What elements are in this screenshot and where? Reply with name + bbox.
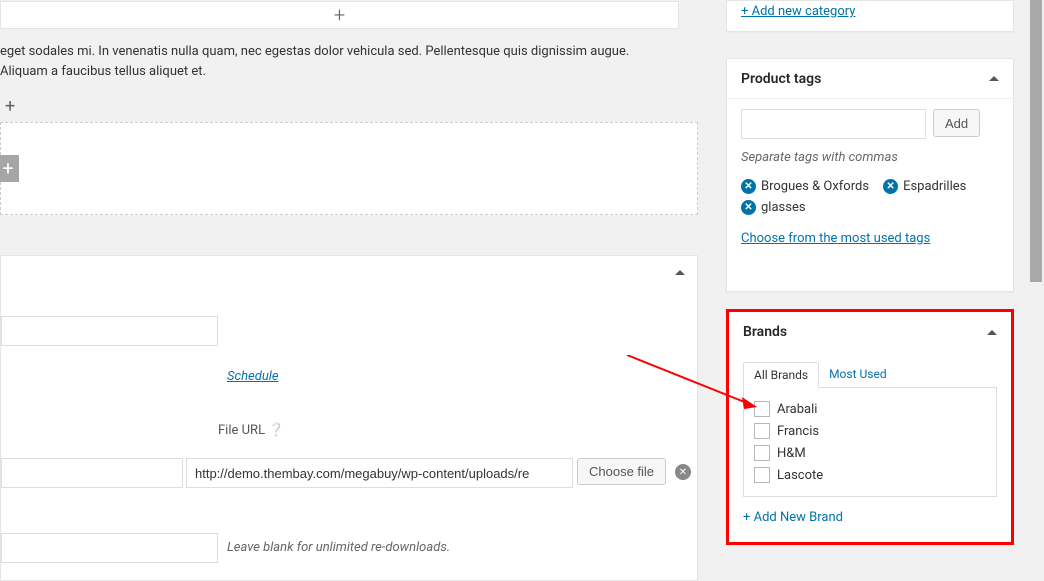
choose-file-button[interactable]: Choose file bbox=[577, 458, 666, 485]
tags-title: Product tags bbox=[741, 71, 821, 87]
tag-chip: ✕ Brogues & Oxfords bbox=[741, 179, 869, 194]
brand-checkbox[interactable] bbox=[754, 423, 770, 439]
brand-item: H&M bbox=[754, 442, 986, 464]
add-tag-button[interactable]: Add bbox=[933, 109, 980, 137]
tags-hint: Separate tags with commas bbox=[741, 150, 999, 165]
collapse-icon[interactable] bbox=[989, 76, 999, 81]
brands-box: Brands All Brands Most Used Arabali Fran… bbox=[726, 309, 1014, 545]
remove-tag-icon[interactable]: ✕ bbox=[741, 179, 756, 194]
tags-header: Product tags bbox=[727, 59, 1013, 99]
tab-most-used[interactable]: Most Used bbox=[819, 362, 897, 387]
brand-item: Francis bbox=[754, 420, 986, 442]
brand-checkbox[interactable] bbox=[754, 445, 770, 461]
brand-item-label: Lascote bbox=[777, 468, 823, 483]
content-text: eget sodales mi. In venenatis nulla quam… bbox=[0, 42, 679, 82]
brand-tabs: All Brands Most Used bbox=[743, 362, 997, 388]
add-brand-link[interactable]: + Add New Brand bbox=[743, 510, 843, 525]
remove-tag-icon[interactable]: ✕ bbox=[741, 200, 756, 215]
tag-chip: ✕ Espadrilles bbox=[883, 179, 966, 194]
category-panel: + Add new category bbox=[726, 0, 1014, 32]
brand-item: Lascote bbox=[754, 464, 986, 486]
collapse-icon[interactable] bbox=[987, 330, 997, 335]
tag-chip-label: Brogues & Oxfords bbox=[761, 179, 869, 194]
brand-item-label: Arabali bbox=[777, 402, 817, 417]
file-name-input[interactable] bbox=[1, 458, 183, 488]
tag-chip-label: glasses bbox=[761, 200, 806, 215]
plus-icon: + bbox=[334, 5, 345, 25]
brand-item-label: Francis bbox=[777, 424, 819, 439]
tab-all-brands[interactable]: All Brands bbox=[743, 362, 819, 388]
file-url-input[interactable] bbox=[186, 458, 573, 488]
file-url-label: File URL ❔ bbox=[218, 423, 285, 438]
tags-input[interactable] bbox=[741, 109, 926, 139]
product-tags-box: Product tags Add Separate tags with comm… bbox=[726, 58, 1014, 292]
drop-area[interactable] bbox=[0, 122, 698, 215]
brand-list: Arabali Francis H&M Lascote bbox=[743, 388, 997, 497]
brand-checkbox[interactable] bbox=[754, 401, 770, 417]
brand-checkbox[interactable] bbox=[754, 467, 770, 483]
plus-icon-small[interactable]: + bbox=[5, 96, 15, 117]
tag-chip: ✕ glasses bbox=[741, 200, 806, 215]
choose-most-used-link[interactable]: Choose from the most used tags bbox=[741, 231, 930, 246]
brands-header: Brands bbox=[729, 312, 1011, 352]
add-element-button[interactable]: + bbox=[0, 155, 19, 182]
file-url-label-text: File URL bbox=[218, 423, 265, 438]
form-panel: Schedule File URL ❔ Choose file ✕ Leave … bbox=[0, 255, 698, 581]
add-category-link[interactable]: + Add new category bbox=[741, 4, 855, 19]
remove-tag-icon[interactable]: ✕ bbox=[883, 179, 898, 194]
tag-chips: ✕ Brogues & Oxfords ✕ Espadrilles ✕ glas… bbox=[741, 179, 999, 215]
schedule-link[interactable]: Schedule bbox=[227, 369, 279, 384]
tag-chip-label: Espadrilles bbox=[903, 179, 966, 194]
help-icon[interactable]: ❔ bbox=[268, 423, 284, 438]
brand-item-label: H&M bbox=[777, 446, 806, 461]
brands-title: Brands bbox=[743, 324, 787, 340]
panel-toggle-icon[interactable] bbox=[675, 270, 685, 275]
scrollbar-thumb[interactable] bbox=[1030, 0, 1042, 282]
download-limit-input[interactable] bbox=[1, 533, 218, 563]
download-limit-hint: Leave blank for unlimited re-downloads. bbox=[227, 540, 450, 555]
remove-file-icon[interactable]: ✕ bbox=[675, 464, 691, 480]
field-1-input[interactable] bbox=[1, 316, 218, 346]
brand-item: Arabali bbox=[754, 398, 986, 420]
add-block-top[interactable]: + bbox=[0, 1, 679, 29]
